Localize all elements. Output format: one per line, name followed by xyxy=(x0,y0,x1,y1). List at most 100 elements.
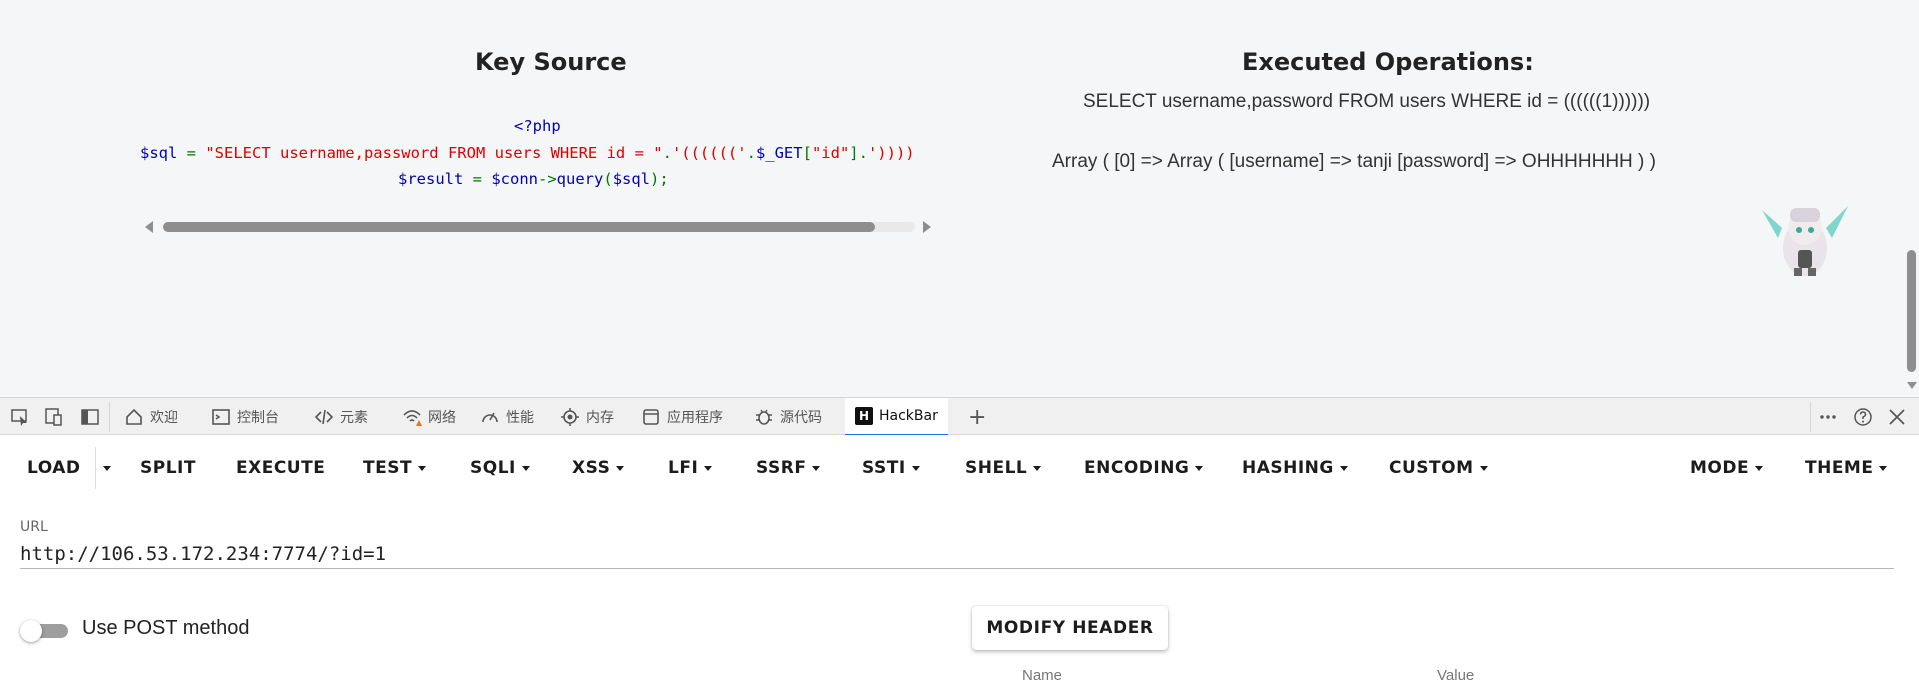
wifi-warning-icon xyxy=(403,410,422,426)
menu-label: CUSTOM xyxy=(1389,458,1474,478)
scroll-right-arrow-icon[interactable] xyxy=(923,221,931,233)
split-button[interactable]: SPLIT xyxy=(140,456,196,480)
tab-network[interactable]: 网络 xyxy=(396,398,462,436)
custom-menu-button[interactable]: CUSTOM xyxy=(1389,456,1488,480)
hashing-menu-button[interactable]: HASHING xyxy=(1242,456,1348,480)
code-token: = xyxy=(177,144,206,162)
menu-label: XSS xyxy=(572,458,611,478)
tab-performance[interactable]: 性能 xyxy=(474,398,540,436)
scrollbar-thumb[interactable] xyxy=(1907,250,1916,372)
encoding-menu-button[interactable]: ENCODING xyxy=(1084,456,1204,480)
code-token: query xyxy=(556,170,604,188)
toolbar-divider xyxy=(1810,402,1811,432)
tab-application[interactable]: 应用程序 xyxy=(635,398,729,436)
chevron-down-icon xyxy=(1479,465,1488,471)
chevron-down-icon xyxy=(1195,465,1204,471)
tab-label: 内存 xyxy=(586,410,614,426)
shell-menu-button[interactable]: SHELL xyxy=(965,456,1042,480)
xss-menu-button[interactable]: XSS xyxy=(572,456,625,480)
menu-label: SQLI xyxy=(470,458,516,478)
load-dropdown-button[interactable] xyxy=(103,456,111,480)
code-token: $sql xyxy=(612,170,651,188)
hackbar-logo-icon: H xyxy=(855,407,873,425)
ssrf-menu-button[interactable]: SSRF xyxy=(756,456,821,480)
tab-elements[interactable]: 元素 xyxy=(308,398,374,436)
code-token: '((((((' xyxy=(671,144,747,162)
code-token: ( xyxy=(603,170,613,188)
chevron-down-icon xyxy=(418,465,427,471)
chevron-down-icon xyxy=(1033,465,1042,471)
code-token: = xyxy=(463,170,492,188)
theme-menu-button[interactable]: THEME xyxy=(1805,456,1888,480)
scroll-down-arrow-icon[interactable] xyxy=(1907,382,1917,389)
dock-side-icon[interactable] xyxy=(80,407,100,427)
toolbar-divider xyxy=(95,447,96,489)
toolbar-divider xyxy=(109,402,110,432)
test-menu-button[interactable]: TEST xyxy=(363,456,427,480)
help-icon[interactable] xyxy=(1853,407,1873,427)
post-method-toggle[interactable] xyxy=(20,616,68,644)
plus-icon: + xyxy=(968,404,987,430)
tab-sources[interactable]: 源代码 xyxy=(748,398,828,436)
tab-welcome[interactable]: 欢迎 xyxy=(118,398,184,436)
hackbar-panel: LOAD SPLIT EXECUTE TEST SQLI XSS LFI SSR… xyxy=(0,435,1919,680)
code-line-sql: $sql = "SELECT username,password FROM us… xyxy=(140,140,915,166)
menu-label: HASHING xyxy=(1242,458,1334,478)
scrollbar-thumb[interactable] xyxy=(163,222,875,232)
console-icon xyxy=(212,409,230,425)
device-emulation-icon[interactable] xyxy=(44,407,64,427)
page-vertical-scrollbar[interactable] xyxy=(1904,0,1919,397)
chip-icon xyxy=(561,408,579,426)
executed-query: SELECT username,password FROM users WHER… xyxy=(1083,91,1651,112)
home-icon xyxy=(126,408,142,425)
chevron-down-icon xyxy=(1879,465,1888,471)
tab-label: 控制台 xyxy=(237,410,279,426)
tab-hackbar[interactable]: H HackBar xyxy=(845,398,948,437)
code-token: . xyxy=(746,144,756,162)
menu-label: THEME xyxy=(1805,458,1874,478)
toggle-knob[interactable] xyxy=(20,620,42,642)
chevron-down-icon xyxy=(521,465,530,471)
code-token: $result xyxy=(398,170,464,188)
chevron-down-icon xyxy=(1755,465,1764,471)
devtools-tab-bar: 欢迎 控制台 元素 网络 性能 内存 应用程序 源代码 H HackBar + xyxy=(0,397,1919,437)
chevron-down-icon xyxy=(616,465,625,471)
sqli-menu-button[interactable]: SQLI xyxy=(470,456,530,480)
chevron-down-icon xyxy=(911,465,920,471)
inspect-element-icon[interactable] xyxy=(10,407,30,427)
tab-memory[interactable]: 内存 xyxy=(554,398,620,436)
tab-console[interactable]: 控制台 xyxy=(205,398,285,436)
scroll-left-arrow-icon[interactable] xyxy=(145,221,153,233)
tab-label: 应用程序 xyxy=(667,410,723,426)
lfi-menu-button[interactable]: LFI xyxy=(668,456,713,480)
app-window-icon xyxy=(643,409,659,425)
menu-label: SSTI xyxy=(862,458,906,478)
anime-mascot-icon[interactable] xyxy=(1760,198,1850,278)
add-tab-button[interactable]: + xyxy=(962,398,992,436)
code-horizontal-scrollbar[interactable] xyxy=(145,218,935,236)
code-token: $conn xyxy=(491,170,538,188)
post-method-label[interactable]: Use POST method xyxy=(82,617,249,640)
modify-header-button[interactable]: MODIFY HEADER xyxy=(972,606,1168,650)
mode-menu-button[interactable]: MODE xyxy=(1690,456,1764,480)
code-token: $_GET xyxy=(755,144,803,162)
code-token: . xyxy=(662,144,672,162)
chevron-down-icon xyxy=(704,465,713,471)
close-icon[interactable] xyxy=(1887,407,1907,427)
tab-label: HackBar xyxy=(879,408,938,424)
url-label: URL xyxy=(20,519,48,535)
tab-label: 源代码 xyxy=(780,410,822,426)
ssti-menu-button[interactable]: SSTI xyxy=(862,456,920,480)
tab-label: 网络 xyxy=(428,410,456,426)
load-button[interactable]: LOAD xyxy=(27,456,81,480)
menu-label: ENCODING xyxy=(1084,458,1190,478)
header-name-column: Name xyxy=(1022,667,1063,680)
code-icon xyxy=(314,409,334,425)
key-source-title: Key Source xyxy=(475,48,627,76)
query-result: Array ( [0] => Array ( [username] => tan… xyxy=(1052,151,1656,172)
code-token: -> xyxy=(538,170,557,188)
execute-button[interactable]: EXECUTE xyxy=(236,456,325,480)
url-input[interactable] xyxy=(20,539,1894,569)
more-options-icon[interactable] xyxy=(1818,407,1838,427)
header-value-column: Value xyxy=(1437,667,1475,680)
